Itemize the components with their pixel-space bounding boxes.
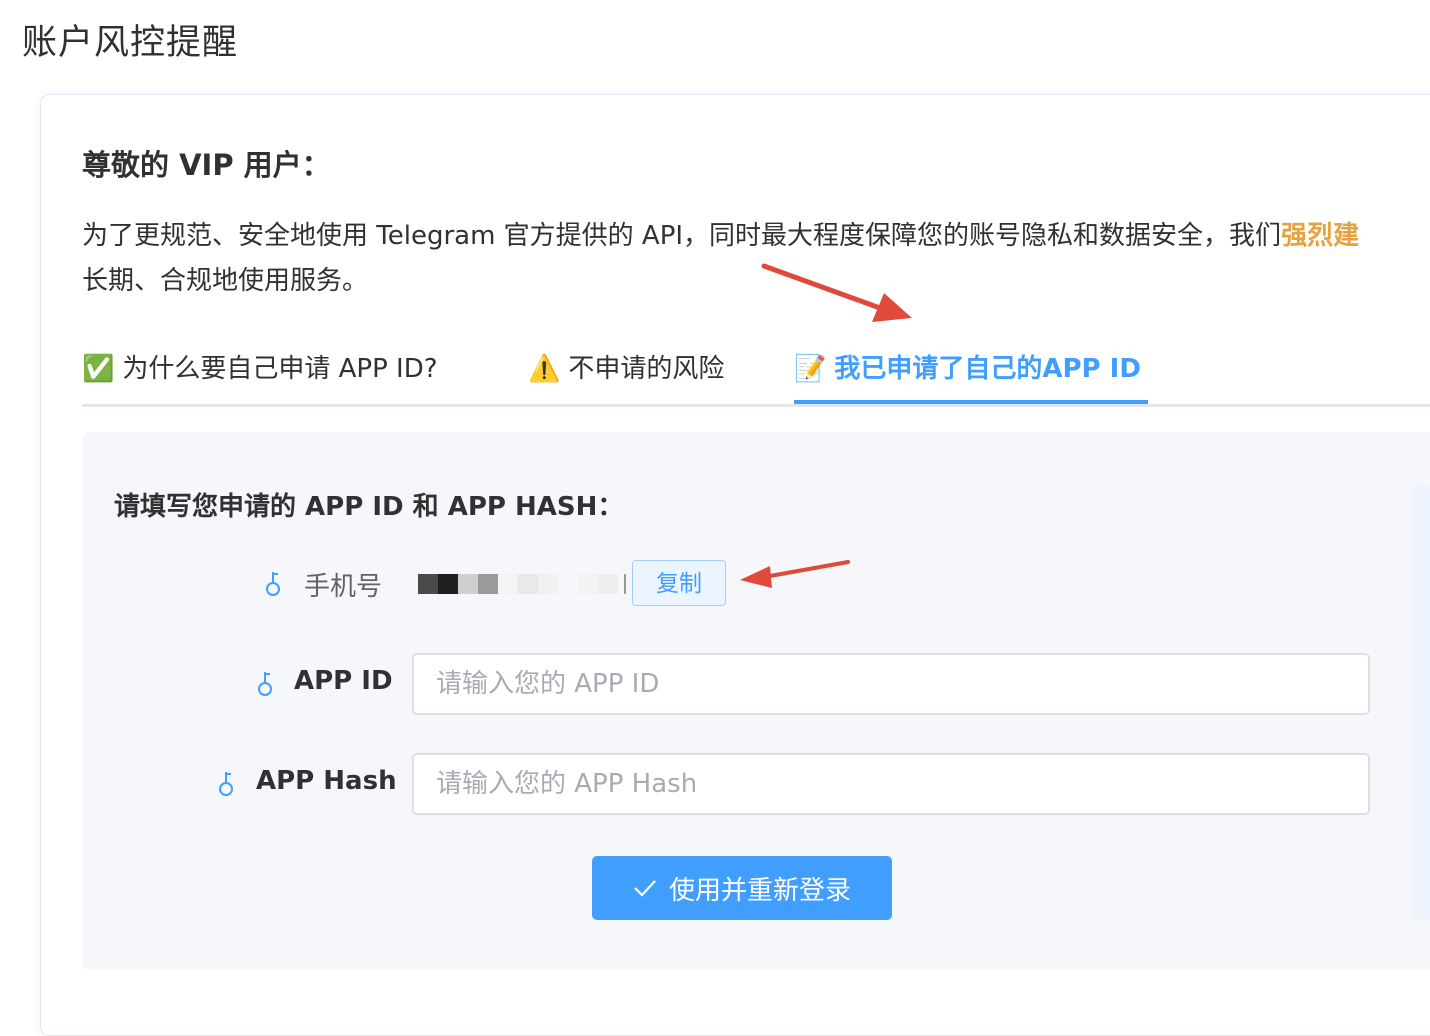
phone-number-masked [418, 574, 626, 594]
tab-already-applied[interactable]: 📝 我已申请了自己的APP ID [794, 340, 1141, 404]
phone-label: 手机号 [304, 572, 383, 602]
intro-text-line2: 长期、合规地使用服务。 [82, 266, 369, 296]
app-hash-label: APP Hash [256, 766, 397, 796]
panel-scroll-edge [1412, 484, 1430, 920]
form-title: 请填写您申请的 APP ID 和 APP HASH： [114, 492, 624, 522]
active-tab-indicator [794, 400, 1148, 404]
warning-icon: ⚠️ [528, 354, 561, 384]
greeting-heading: 尊敬的 VIP 用户： [82, 148, 331, 182]
tab-already-applied-label: 我已申请了自己的APP ID [834, 354, 1141, 384]
memo-icon: 📝 [794, 354, 827, 384]
tab-bar: ✅ 为什么要自己申请 APP ID? ⚠️ 不申请的风险 📝 我已申请了自己的APP … [82, 340, 1430, 407]
app-id-input[interactable] [412, 653, 1370, 715]
app-id-label: APP ID [294, 666, 393, 696]
tab-risk-label: 不申请的风险 [568, 354, 725, 384]
tab-why-apply[interactable]: ✅ 为什么要自己申请 APP ID? [82, 340, 438, 404]
tab-why-apply-label: 为什么要自己申请 APP ID? [122, 354, 438, 384]
submit-relogin-button[interactable]: 使用并重新登录 [592, 856, 892, 920]
submit-button-label: 使用并重新登录 [668, 875, 851, 906]
tab-risk[interactable]: ⚠️ 不申请的风险 [528, 340, 724, 404]
intro-emphasis: 强烈建 [1281, 221, 1360, 251]
check-mark-icon: ✅ [82, 354, 115, 384]
intro-paragraph: 为了更规范、安全地使用 Telegram 官方提供的 API，同时最大程度保障您… [82, 214, 1430, 304]
intro-text: 为了更规范、安全地使用 Telegram 官方提供的 API，同时最大程度保障您… [82, 221, 1282, 251]
copy-button[interactable]: 复制 [632, 560, 726, 606]
check-icon [634, 880, 656, 897]
app-hash-input[interactable] [412, 753, 1370, 815]
key-icon [258, 672, 272, 696]
key-icon [219, 772, 233, 796]
key-icon [266, 572, 280, 596]
page-title: 账户风控提醒 [22, 23, 239, 63]
